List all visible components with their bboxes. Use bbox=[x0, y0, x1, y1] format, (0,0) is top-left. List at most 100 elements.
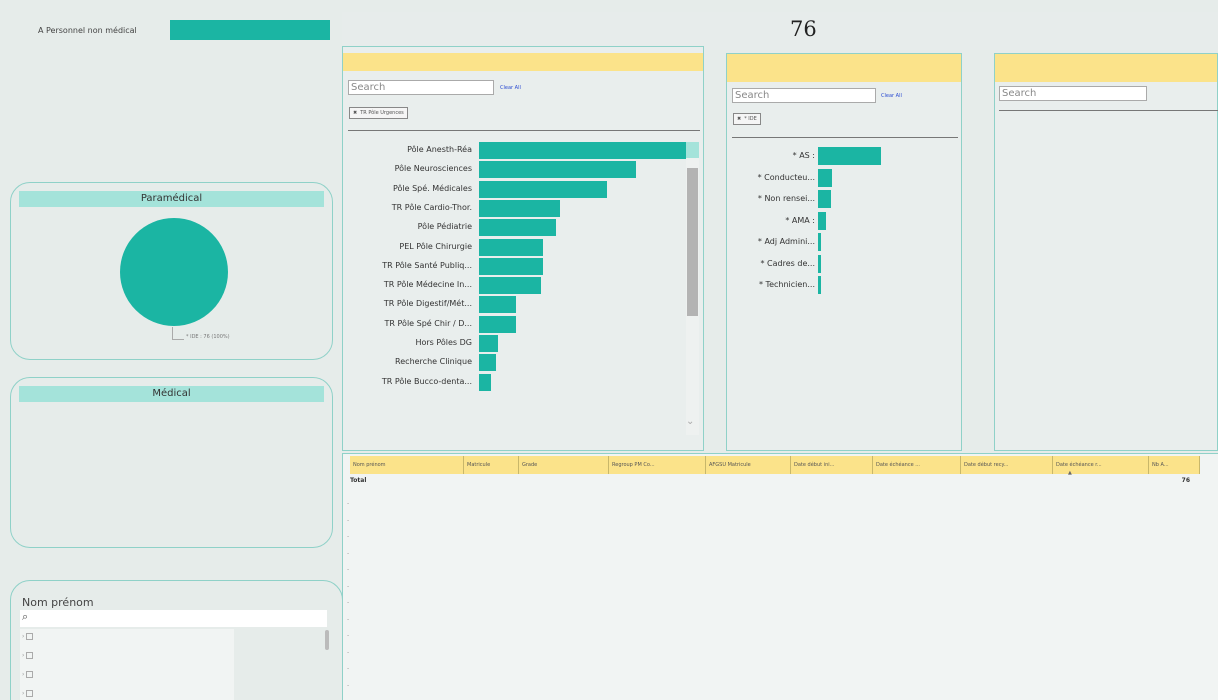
pole-bar[interactable] bbox=[479, 315, 517, 333]
pole-bar[interactable] bbox=[479, 354, 496, 372]
separator bbox=[348, 130, 700, 131]
row-marker: - bbox=[347, 566, 350, 573]
data-table bbox=[342, 453, 1218, 700]
third-search-input[interactable]: Search bbox=[999, 86, 1147, 101]
separator bbox=[732, 137, 958, 138]
pole-clear-all-link[interactable]: Clear All bbox=[500, 85, 521, 91]
pole-bar[interactable] bbox=[479, 161, 637, 179]
grade-bar-label: * AS : bbox=[792, 151, 815, 160]
third-panel-header bbox=[995, 54, 1217, 82]
column-header[interactable]: Date début recy... bbox=[961, 456, 1053, 474]
grade-bar[interactable] bbox=[818, 254, 822, 273]
grade-filter-chip[interactable]: ✖ * IDE bbox=[733, 113, 761, 125]
close-icon[interactable]: ✖ bbox=[353, 108, 357, 118]
pie-chart-slice-ide[interactable] bbox=[120, 218, 228, 326]
grade-bar[interactable] bbox=[818, 190, 831, 208]
slicer-item[interactable]: › bbox=[22, 671, 34, 678]
pole-bar-label: PEL Pôle Chirurgie bbox=[399, 241, 472, 251]
column-header[interactable]: AFGSU Matricule bbox=[706, 456, 791, 474]
grade-bar-label: * Technicien... bbox=[759, 280, 815, 289]
column-header[interactable]: Matricule bbox=[464, 456, 519, 474]
pole-bar-label: TR Pôle Spé Chir / D... bbox=[384, 318, 472, 328]
pole-bar[interactable] bbox=[479, 238, 544, 256]
card-paramedical-title: Paramédical bbox=[19, 191, 324, 207]
column-header[interactable]: Date échéance ... bbox=[873, 456, 961, 474]
pole-bar[interactable] bbox=[479, 335, 498, 352]
pole-search-input[interactable]: Search bbox=[348, 80, 494, 95]
table-total-value: 76 bbox=[1181, 477, 1190, 484]
row-marker: - bbox=[347, 549, 350, 557]
checkbox[interactable] bbox=[26, 671, 34, 678]
legend-label: A Personnel non médical bbox=[38, 25, 137, 35]
row-marker: - bbox=[347, 648, 350, 656]
legend-bar bbox=[170, 20, 330, 40]
card-medical: Médical bbox=[10, 377, 333, 548]
grade-bar-label: * AMA : bbox=[785, 215, 815, 225]
grade-bar[interactable] bbox=[818, 276, 822, 294]
slicer-item[interactable]: › bbox=[22, 652, 34, 659]
close-icon[interactable]: ✖ bbox=[737, 114, 741, 124]
pole-bar[interactable] bbox=[479, 373, 492, 391]
pole-bar[interactable] bbox=[479, 219, 556, 237]
column-header[interactable]: Nom prénom bbox=[350, 456, 464, 474]
grade-bar[interactable] bbox=[818, 211, 826, 230]
grade-panel bbox=[726, 53, 962, 451]
pole-filter-chip-label: TR Pôle Urgences bbox=[360, 110, 404, 116]
slicer-item[interactable]: › bbox=[22, 633, 34, 640]
grade-bar-label: * Non rensei... bbox=[757, 194, 815, 203]
grade-filter-chip-label: * IDE bbox=[744, 116, 757, 122]
pole-bar[interactable] bbox=[479, 257, 544, 275]
checkbox[interactable] bbox=[26, 633, 34, 640]
separator bbox=[999, 110, 1218, 111]
slicer-search-input[interactable] bbox=[20, 610, 327, 627]
third-panel bbox=[994, 53, 1218, 451]
pole-bar-label: Pôle Spé. Médicales bbox=[392, 183, 472, 193]
grade-clear-all-link[interactable]: Clear All bbox=[881, 93, 902, 99]
kpi-card bbox=[342, 12, 1218, 50]
pole-bar-label: Pôle Pédiatrie bbox=[417, 222, 472, 232]
table-total-label: Total bbox=[350, 477, 367, 484]
pie-data-label: * IDE : 76 (100%) bbox=[186, 334, 230, 340]
grade-bar-label: * Cadres de... bbox=[760, 258, 815, 268]
row-marker: - bbox=[347, 516, 350, 524]
legend-personnel-non-medical[interactable]: A Personnel non médical bbox=[38, 20, 338, 40]
grade-bar[interactable] bbox=[818, 168, 832, 187]
slicer-list bbox=[20, 629, 234, 700]
pole-scrollbar-top[interactable] bbox=[686, 142, 699, 158]
column-header[interactable]: Date début ini... bbox=[791, 456, 873, 474]
pole-scrollbar-thumb[interactable] bbox=[687, 168, 698, 316]
checkbox[interactable] bbox=[26, 652, 34, 659]
table-header-row: Nom prénom Matricule Grade Regroup PM Co...… bbox=[350, 456, 1200, 474]
search-icon[interactable]: ⌕ bbox=[22, 610, 28, 624]
row-marker: - bbox=[347, 533, 350, 540]
slicer-item[interactable]: › bbox=[22, 690, 34, 697]
grade-bar-label: * Adj Admini... bbox=[757, 237, 815, 246]
kpi-value: 76 bbox=[790, 17, 817, 41]
chevron-down-icon[interactable]: ⌄ bbox=[686, 416, 694, 427]
pole-bar[interactable] bbox=[479, 142, 686, 159]
grade-bar[interactable] bbox=[818, 147, 881, 165]
pie-leader-line-horizontal bbox=[172, 339, 184, 340]
pole-filter-chip[interactable]: ✖ TR Pôle Urgences bbox=[349, 107, 408, 119]
pole-bar[interactable] bbox=[479, 180, 608, 198]
pole-bar-label: TR Pôle Médecine In... bbox=[383, 280, 472, 290]
grade-search-input[interactable]: Search bbox=[732, 88, 876, 103]
pole-bar[interactable] bbox=[479, 277, 542, 295]
row-marker: - bbox=[347, 665, 350, 672]
row-marker: - bbox=[347, 632, 350, 639]
table-total-row: Total 76 bbox=[350, 477, 1200, 489]
pie-leader-line bbox=[172, 327, 173, 339]
row-marker: - bbox=[347, 582, 350, 590]
column-header[interactable]: Grade bbox=[519, 456, 609, 474]
column-header[interactable]: Regroup PM Co... bbox=[609, 456, 706, 474]
column-header[interactable]: Nb A... bbox=[1149, 456, 1200, 474]
pole-bar-label: Recherche Clinique bbox=[395, 357, 472, 367]
grade-bar[interactable] bbox=[818, 233, 822, 251]
pole-bar[interactable] bbox=[479, 199, 560, 217]
slicer-scrollbar[interactable] bbox=[325, 630, 329, 650]
checkbox[interactable] bbox=[26, 690, 34, 697]
pole-bar-label: TR Pôle Santé Publiq... bbox=[382, 260, 472, 270]
pole-bar-label: TR Pôle Bucco-denta... bbox=[381, 376, 472, 386]
pole-bar[interactable] bbox=[479, 296, 517, 314]
grade-bar-label: * Conducteu... bbox=[757, 172, 815, 182]
